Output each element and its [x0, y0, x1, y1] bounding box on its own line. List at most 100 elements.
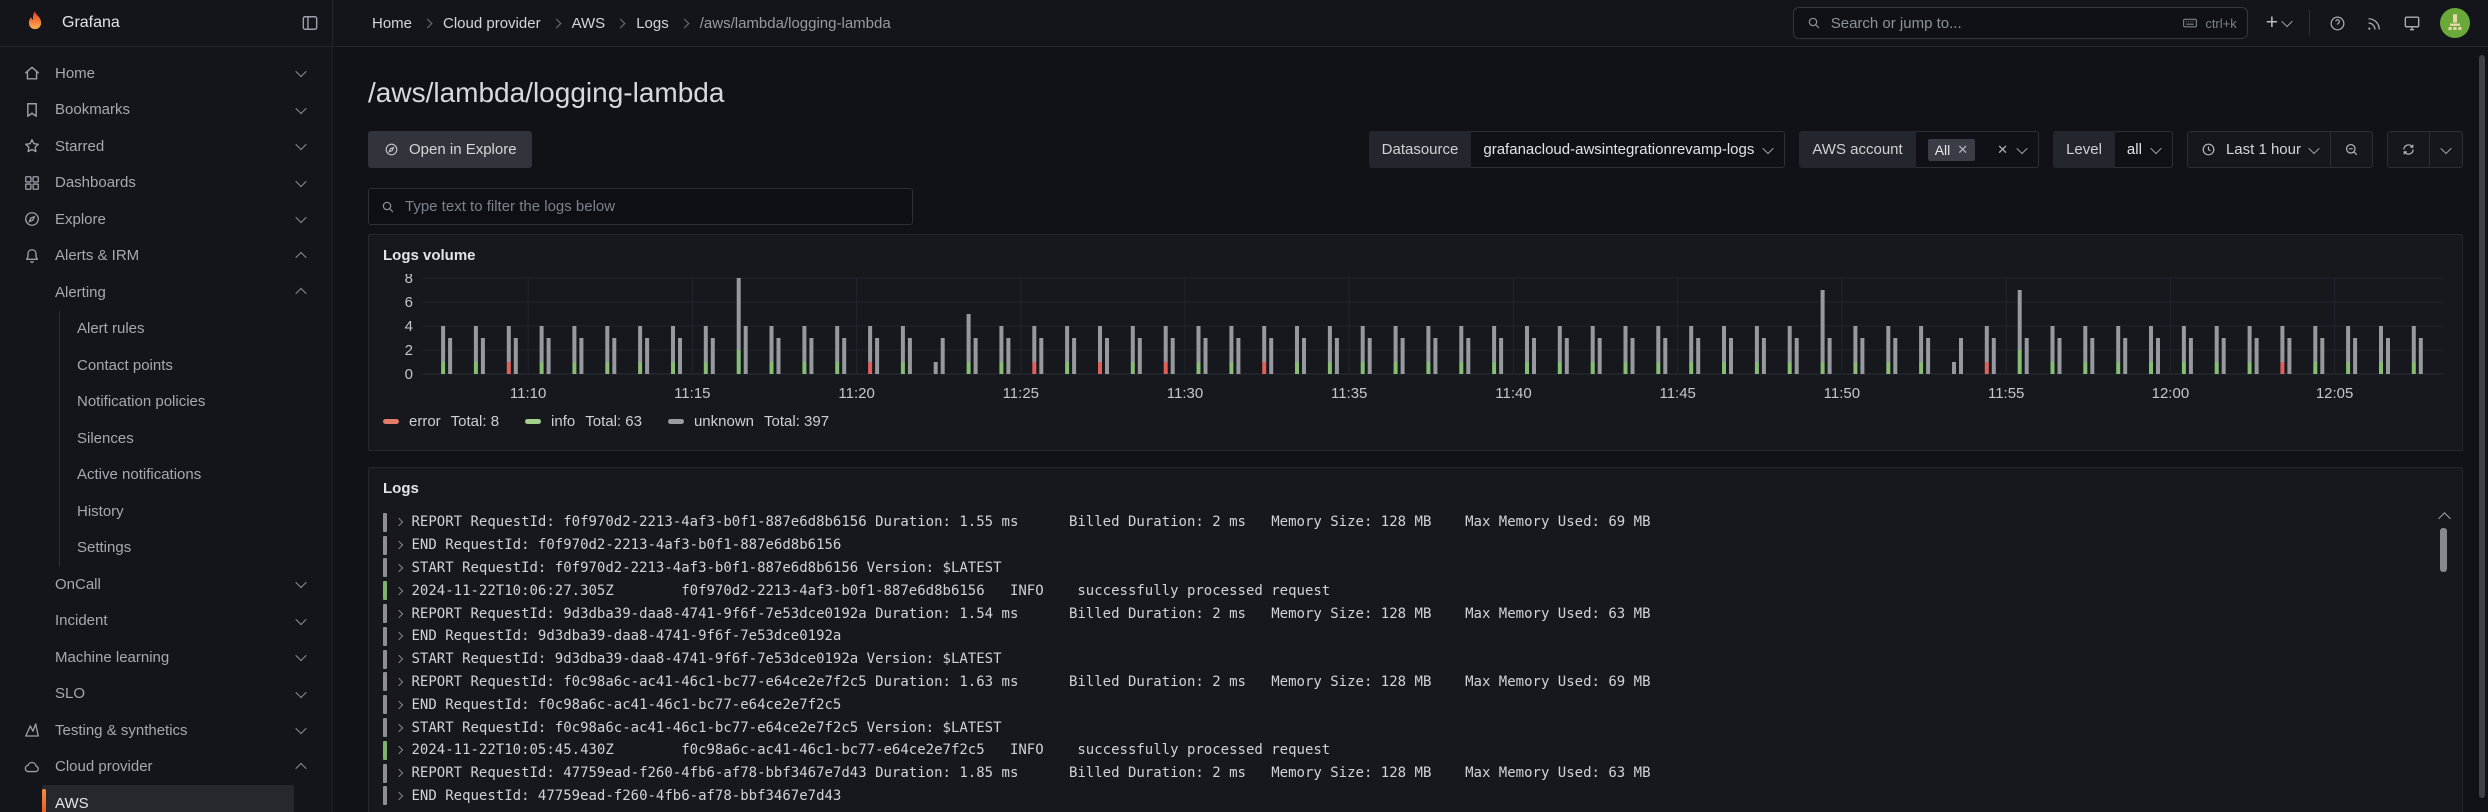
- expand-chevron-icon[interactable]: [394, 540, 403, 550]
- refresh-interval-button[interactable]: [2430, 131, 2463, 168]
- datasource-label: Datasource: [1368, 131, 1472, 168]
- breadcrumb-current-page: /aws/lambda/logging-lambda: [699, 14, 891, 32]
- sidebar-item-cloud-provider[interactable]: Cloud provider: [0, 749, 332, 786]
- log-row[interactable]: START RequestId: 9d3dba39-daa8-4741-9f6f…: [383, 648, 2448, 671]
- sidebar-item-starred[interactable]: Starred: [0, 128, 332, 165]
- kiosk-monitor-icon[interactable]: [2402, 13, 2422, 33]
- log-row[interactable]: START RequestId: f0f970d2-2213-4af3-b0f1…: [383, 557, 2448, 580]
- search-input[interactable]: [1830, 14, 2182, 32]
- logs-volume-panel-title: Logs volume: [383, 247, 476, 264]
- sidebar-item-machine-learning[interactable]: Machine learning: [0, 639, 332, 676]
- log-row[interactable]: END RequestId: f0f970d2-2213-4af3-b0f1-8…: [383, 534, 2448, 557]
- open-in-explore-button[interactable]: Open in Explore: [368, 131, 532, 168]
- sidebar-item-bookmarks[interactable]: Bookmarks: [0, 92, 332, 129]
- sidebar-item-dashboards[interactable]: Dashboards: [0, 165, 332, 202]
- log-row[interactable]: END RequestId: f0c98a6c-ac41-46c1-bc77-e…: [383, 693, 2448, 716]
- news-icon[interactable]: [2365, 14, 2384, 33]
- svg-text:12:05: 12:05: [2316, 385, 2354, 402]
- log-row[interactable]: REPORT RequestId: 47759ead-f260-4fb6-af7…: [383, 762, 2448, 785]
- refresh-button[interactable]: [2387, 131, 2430, 168]
- zoom-out-button[interactable]: [2331, 131, 2373, 168]
- level-select[interactable]: all: [2114, 131, 2173, 168]
- sidebar-item-settings[interactable]: Settings: [0, 529, 332, 567]
- expand-chevron-icon[interactable]: [394, 677, 403, 687]
- log-row[interactable]: REPORT RequestId: 9d3dba39-daa8-4741-9f6…: [383, 602, 2448, 625]
- breadcrumb-aws[interactable]: AWS: [572, 15, 606, 32]
- help-icon[interactable]: [2328, 14, 2347, 33]
- global-search[interactable]: ctrl+k: [1792, 7, 2248, 39]
- legend-item-unknown[interactable]: unknown Total: 397: [667, 413, 829, 430]
- sidebar-item-contact-points[interactable]: Contact points: [0, 347, 332, 384]
- logs-scrollbar[interactable]: [2438, 512, 2451, 812]
- add-button[interactable]: +: [2266, 11, 2293, 35]
- log-level-bar: [383, 786, 387, 806]
- expand-chevron-icon[interactable]: [394, 563, 403, 573]
- logs-volume-panel: Logs volume 11:10 11:15 11:20 11:25 11:30 11:…: [368, 234, 2463, 451]
- log-row[interactable]: END RequestId: 47759ead-f260-4fb6-af78-b…: [383, 785, 2448, 808]
- user-avatar[interactable]: [2440, 8, 2470, 38]
- sidebar-item-oncall[interactable]: OnCall: [0, 566, 332, 603]
- filter-controls: Datasource grafanacloud-awsintegrationre…: [1368, 131, 2463, 168]
- log-row[interactable]: REPORT RequestId: f0f970d2-2213-4af3-b0f…: [383, 511, 2448, 534]
- breadcrumb-home[interactable]: Home: [372, 15, 412, 32]
- breadcrumb-logs[interactable]: Logs: [636, 15, 669, 32]
- log-filter-box[interactable]: [368, 188, 913, 225]
- refresh-group: [2387, 131, 2463, 168]
- svg-text:12:00: 12:00: [2152, 385, 2190, 402]
- level-label: Level: [2053, 131, 2115, 168]
- legend-item-info[interactable]: info Total: 63: [525, 413, 642, 430]
- expand-chevron-icon[interactable]: [394, 586, 403, 596]
- topbar: Grafana Home Cloud provider AWS Logs /aw…: [0, 0, 2488, 47]
- log-row[interactable]: 2024-11-22T10:05:45.430Z f0c98a6c-ac41-4…: [383, 739, 2448, 762]
- error-swatch: [383, 419, 399, 424]
- chevron-down-icon: [295, 650, 307, 662]
- expand-chevron-icon[interactable]: [394, 768, 403, 778]
- grafana-logo-icon[interactable]: [20, 8, 50, 38]
- expand-chevron-icon[interactable]: [394, 746, 403, 755]
- log-row[interactable]: REPORT RequestId: f0c98a6c-ac41-46c1-bc7…: [383, 671, 2448, 694]
- aws-account-selected-tag[interactable]: All ✕: [1927, 138, 1976, 161]
- expand-chevron-icon[interactable]: [394, 609, 403, 618]
- log-row[interactable]: 2024-11-22T10:06:27.305Z f0f970d2-2213-4…: [383, 579, 2448, 602]
- chevron-down-icon: [295, 102, 307, 114]
- svg-text:8: 8: [405, 274, 413, 287]
- brand-name: Grafana: [62, 14, 120, 31]
- svg-text:0: 0: [405, 366, 413, 383]
- expand-chevron-icon[interactable]: [394, 723, 403, 732]
- expand-chevron-icon[interactable]: [394, 700, 403, 710]
- sidebar-item-testing-synthetics[interactable]: Testing & synthetics: [0, 712, 332, 749]
- sidebar-item-incident[interactable]: Incident: [0, 603, 332, 640]
- datasource-select[interactable]: grafanacloud-awsintegrationrevamp-logs: [1471, 131, 1786, 168]
- svg-text:11:25: 11:25: [1003, 385, 1039, 402]
- sidebar-item-aws[interactable]: AWS: [42, 785, 294, 812]
- log-level-bar: [383, 581, 387, 601]
- sidebar-item-history[interactable]: History: [0, 493, 332, 530]
- sidebar-item-slo[interactable]: SLO: [0, 676, 332, 713]
- expand-chevron-icon[interactable]: [394, 518, 403, 527]
- scroll-up-icon[interactable]: [2438, 512, 2451, 525]
- remove-tag-icon[interactable]: ✕: [1957, 143, 1968, 156]
- sidebar-item-silences[interactable]: Silences: [0, 420, 332, 457]
- expand-chevron-icon[interactable]: [394, 791, 403, 801]
- aws-account-select[interactable]: All ✕ ✕: [1915, 131, 2040, 168]
- chevron-down-icon: [1762, 142, 1775, 154]
- zoom-out-icon: [2345, 143, 2358, 156]
- sidebar-item-active-notifications[interactable]: Active notifications: [0, 456, 332, 494]
- clear-all-icon[interactable]: ✕: [1997, 143, 2008, 156]
- sidebar-item-alerts-irm[interactable]: Alerts & IRM: [0, 238, 332, 275]
- sidebar-toggle-icon[interactable]: [300, 13, 320, 33]
- log-row[interactable]: START RequestId: f0c98a6c-ac41-46c1-bc77…: [383, 716, 2448, 739]
- sidebar-item-alert-rules[interactable]: Alert rules: [0, 310, 332, 348]
- sidebar-item-explore[interactable]: Explore: [0, 201, 332, 238]
- log-row[interactable]: END RequestId: 9d3dba39-daa8-4741-9f6f-7…: [383, 625, 2448, 648]
- sidebar-item-notification-policies[interactable]: Notification policies: [0, 383, 332, 421]
- sidebar-item-home[interactable]: Home: [0, 55, 332, 92]
- legend-item-error[interactable]: error Total: 8: [383, 413, 499, 430]
- expand-chevron-icon[interactable]: [394, 632, 403, 641]
- expand-chevron-icon[interactable]: [394, 654, 403, 664]
- scrollbar-thumb[interactable]: [2440, 528, 2447, 572]
- sidebar-item-alerting[interactable]: Alerting: [0, 274, 332, 311]
- log-filter-input[interactable]: [405, 198, 901, 215]
- time-range-picker[interactable]: Last 1 hour: [2186, 131, 2331, 168]
- breadcrumb-cloud-provider[interactable]: Cloud provider: [443, 15, 541, 32]
